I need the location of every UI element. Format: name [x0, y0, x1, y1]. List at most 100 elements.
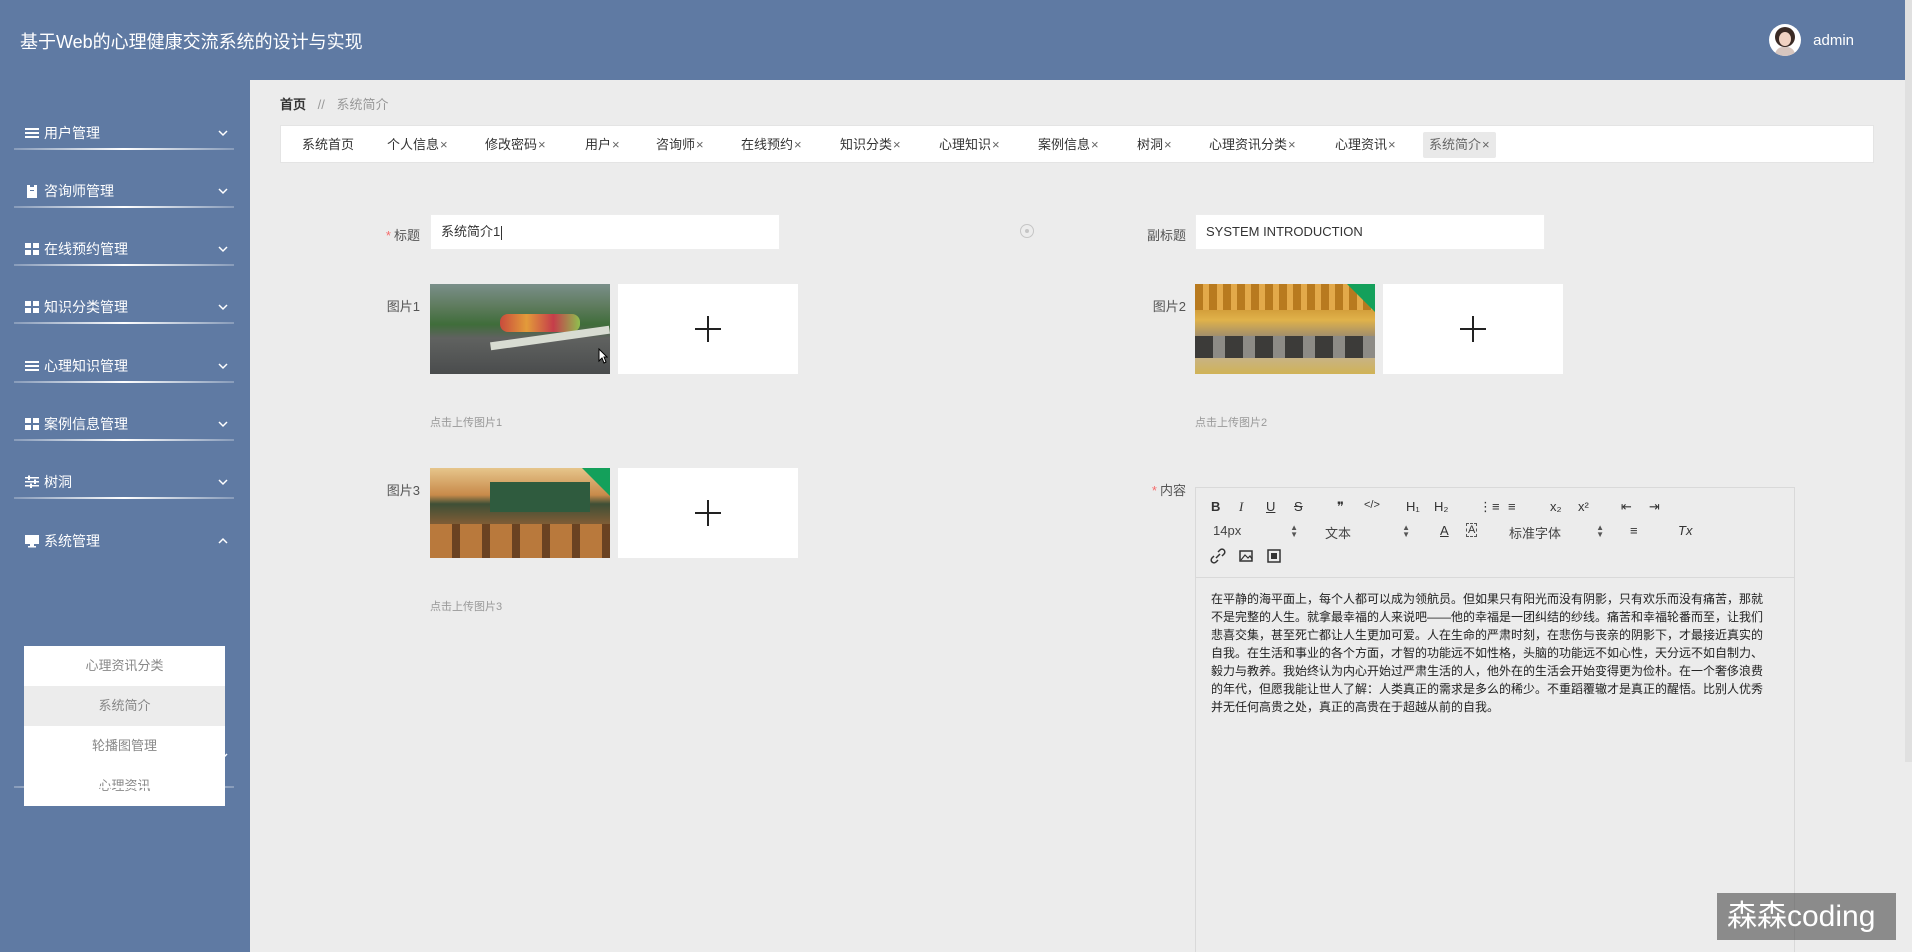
sidebar-item-category-management[interactable]: 知识分类管理 [24, 292, 232, 322]
subscript-button[interactable]: x₂ [1550, 499, 1562, 514]
sidebar-item-label: 心理知识管理 [44, 358, 128, 374]
submenu-item-news-category[interactable]: 心理资讯分类 [24, 646, 225, 686]
sidebar-item-knowledge-management[interactable]: 心理知识管理 [24, 351, 232, 381]
tab-users[interactable]: 用户× [579, 132, 626, 158]
bullet-list-button[interactable]: ≡ [1508, 499, 1516, 514]
breadcrumb-separator: // [317, 97, 325, 112]
outdent-button[interactable]: ⇤ [1621, 499, 1632, 515]
breadcrumb-home[interactable]: 首页 [280, 97, 306, 112]
close-icon[interactable]: × [992, 137, 1000, 152]
chevron-up-icon [218, 537, 228, 544]
pic1-thumbnail[interactable] [430, 284, 610, 374]
chevron-down-icon [218, 479, 228, 486]
tab-category[interactable]: 知识分类× [834, 132, 907, 158]
pic2-hint: 点击上传图片2 [1195, 417, 1268, 429]
pic3-upload-button[interactable] [618, 468, 798, 558]
close-icon[interactable]: × [1091, 137, 1099, 152]
tab-counselor[interactable]: 咨询师× [650, 132, 710, 158]
sidebar-item-label: 咨询师管理 [44, 183, 114, 199]
close-icon[interactable]: × [1288, 137, 1296, 152]
close-icon[interactable]: × [1482, 137, 1490, 152]
card-icon [24, 750, 40, 763]
font-family-select[interactable]: 标准字体 ▲ ▼ [1509, 523, 1604, 542]
breadcrumb: 首页 // 系统简介 [280, 94, 389, 113]
clipboard-icon [27, 184, 37, 198]
tab-news-category[interactable]: 心理资讯分类× [1203, 132, 1302, 158]
sidebar-item-personal-center[interactable]: 个人中心 [24, 741, 232, 771]
close-icon[interactable]: × [1388, 137, 1396, 152]
sidebar-item-counselor-management[interactable]: 咨询师管理 [24, 176, 232, 206]
list-icon [25, 361, 39, 371]
header-select[interactable]: 文本 ▲ ▼ [1325, 523, 1410, 542]
image-icon[interactable] [1238, 548, 1254, 564]
close-icon[interactable]: × [794, 137, 802, 152]
rich-text-editor[interactable]: B I U S ❞ </> H₁ H₂ ⋮≡ ≡ x₂ x² ⇤ ⇥ 14px ▲… [1195, 487, 1795, 952]
code-button[interactable]: </> [1364, 499, 1380, 511]
sidebar-item-treehole[interactable]: 树洞 [24, 467, 232, 497]
pic2-label: 图片2 [1152, 299, 1186, 314]
bold-button[interactable]: B [1211, 499, 1220, 514]
title-input[interactable]: 系统简介1 [430, 214, 780, 250]
tab-treehole[interactable]: 树洞× [1131, 132, 1178, 158]
close-icon[interactable]: × [440, 137, 448, 152]
sidebar: 用户管理 咨询师管理 在线预约管理 知识分类管理 心理知识管理 案例信息管理 树… [0, 80, 250, 952]
sidebar-item-user-management[interactable]: 用户管理 [24, 118, 232, 148]
underline-button[interactable]: U [1266, 499, 1275, 514]
sidebar-item-case-management[interactable]: 案例信息管理 [24, 409, 232, 439]
content-label: * 内容 [1151, 483, 1186, 498]
page-scrollbar[interactable] [1905, 0, 1912, 762]
video-icon[interactable] [1266, 548, 1282, 564]
tab-system-intro[interactable]: 系统简介× [1423, 132, 1496, 158]
blockquote-button[interactable]: ❞ [1337, 499, 1344, 515]
text-color-button[interactable]: A [1440, 523, 1449, 538]
align-button[interactable]: ≡ [1630, 523, 1638, 538]
sidebar-item-label: 案例信息管理 [44, 416, 128, 432]
tab-password[interactable]: 修改密码× [479, 132, 552, 158]
close-icon[interactable]: × [696, 137, 704, 152]
clear-icon[interactable] [1020, 224, 1034, 238]
watermark: 森森coding [1717, 893, 1896, 940]
sidebar-item-label: 在线预约管理 [44, 241, 128, 257]
font-size-select[interactable]: 14px ▲ ▼ [1213, 523, 1298, 539]
italic-button[interactable]: I [1239, 499, 1243, 515]
ordered-list-button[interactable]: ⋮≡ [1479, 499, 1500, 515]
clear-format-button[interactable]: Tx [1678, 523, 1692, 538]
sidebar-item-system-management[interactable]: 系统管理 [24, 526, 232, 556]
sidebar-item-booking-management[interactable]: 在线预约管理 [24, 234, 232, 264]
pic3-thumbnail[interactable] [430, 468, 610, 558]
pic2-thumbnail[interactable] [1195, 284, 1375, 374]
user-menu[interactable]: admin [1769, 24, 1854, 56]
tab-home[interactable]: 系统首页 [296, 132, 360, 158]
h2-button[interactable]: H₂ [1434, 499, 1448, 514]
subtitle-input[interactable]: SYSTEM INTRODUCTION [1195, 214, 1545, 250]
pic1-upload-button[interactable] [618, 284, 798, 374]
close-icon[interactable]: × [893, 137, 901, 152]
monitor-icon [25, 535, 39, 548]
chevron-down-icon [218, 753, 228, 760]
tab-profile[interactable]: 个人信息× [381, 132, 454, 158]
background-color-button[interactable]: A [1466, 523, 1478, 537]
indent-button[interactable]: ⇥ [1649, 499, 1660, 515]
submenu-item-system-intro[interactable]: 系统简介 [24, 686, 225, 726]
pic2-upload-button[interactable] [1383, 284, 1563, 374]
chevron-down-icon [218, 363, 228, 370]
close-icon[interactable]: × [538, 137, 546, 152]
close-icon[interactable]: × [1164, 137, 1172, 152]
h1-button[interactable]: H₁ [1406, 499, 1420, 514]
tab-news[interactable]: 心理资讯× [1329, 132, 1402, 158]
link-icon[interactable] [1210, 548, 1226, 564]
breadcrumb-current: 系统简介 [336, 97, 389, 112]
sliders-icon [25, 475, 39, 488]
tab-booking[interactable]: 在线预约× [735, 132, 808, 158]
tabs-bar: 系统首页 个人信息× 修改密码× 用户× 咨询师× 在线预约× 知识分类× 心理… [280, 125, 1874, 163]
editor-content[interactable]: 在平静的海平面上，每个人都可以成为领航员。但如果只有阳光而没有阴影，只有欢乐而没… [1211, 590, 1771, 716]
close-icon[interactable]: × [612, 137, 620, 152]
strike-button[interactable]: S [1294, 499, 1303, 514]
avatar[interactable] [1769, 24, 1802, 56]
grid-icon [25, 418, 39, 430]
username[interactable]: admin [1813, 32, 1854, 49]
list-icon [25, 128, 39, 138]
tab-knowledge[interactable]: 心理知识× [933, 132, 1006, 158]
superscript-button[interactable]: x² [1578, 499, 1589, 514]
tab-cases[interactable]: 案例信息× [1032, 132, 1105, 158]
